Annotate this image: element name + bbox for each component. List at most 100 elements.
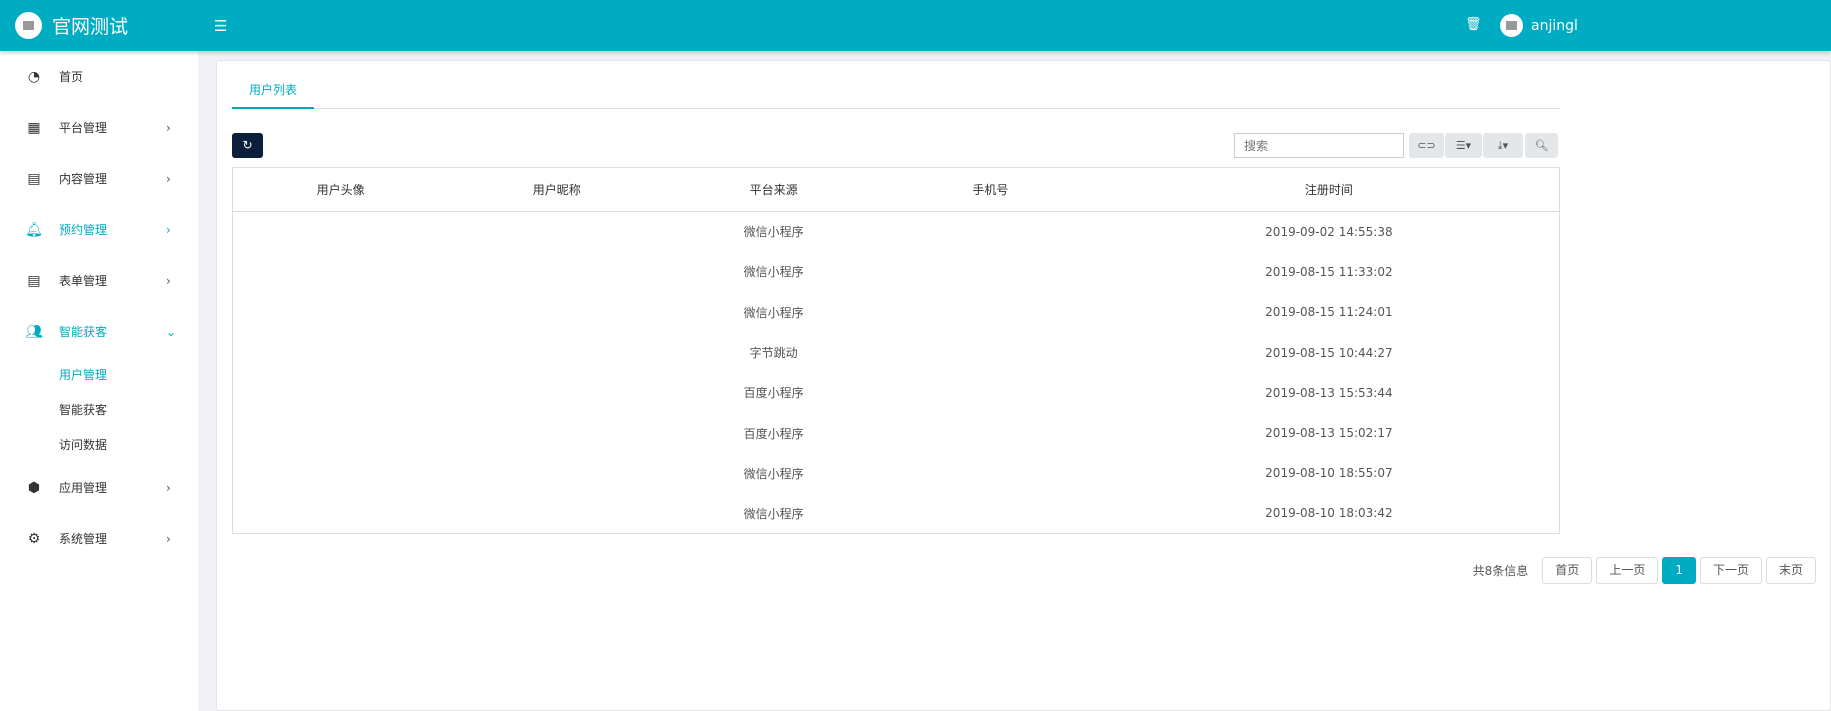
table-cell: [882, 373, 1099, 413]
sidebar-item-home[interactable]: ◔ 首页: [0, 51, 198, 102]
chevron-right-icon: ›: [166, 120, 171, 135]
username: anjingl: [1531, 17, 1578, 34]
table-row: 微信小程序 2019-09-02 14:55:38: [233, 212, 1560, 252]
sidebar-item-forms[interactable]: ▤ 表单管理 ›: [0, 255, 198, 306]
trash-icon[interactable]: 🗑: [1465, 17, 1482, 32]
column-header[interactable]: 平台来源: [665, 167, 882, 212]
label: 平台管理: [59, 121, 108, 135]
export-button[interactable]: ⤓▾: [1483, 133, 1523, 158]
table-row: 百度小程序 2019-08-13 15:53:44: [233, 373, 1560, 413]
table-cell: [448, 252, 665, 292]
sidebar-item-content[interactable]: ▤ 内容管理 ›: [0, 153, 198, 204]
table-cell: [448, 373, 665, 413]
label: 表单管理: [59, 274, 108, 288]
table-cell: [882, 453, 1099, 493]
sidebar-sub-leads[interactable]: 智能获客: [0, 392, 198, 427]
table-cell: [448, 494, 665, 534]
bell-icon: 🔔︎: [25, 221, 43, 238]
sidebar-sub-visits[interactable]: 访问数据: [0, 427, 198, 462]
menu-toggle-icon[interactable]: ☰: [214, 17, 227, 35]
sidebar-item-apps[interactable]: ⬢ 应用管理 ›: [0, 462, 198, 513]
table-cell: [448, 332, 665, 372]
column-header[interactable]: 注册时间: [1098, 167, 1560, 212]
table-cell: [233, 494, 449, 534]
refresh-button[interactable]: ↻: [232, 133, 263, 158]
table-cell: [448, 453, 665, 493]
table-cell: [448, 413, 665, 453]
users-icon: 👥︎: [25, 323, 43, 340]
table-cell: 微信小程序: [743, 506, 804, 521]
table-cell: 2019-08-15 11:33:02: [1265, 264, 1393, 279]
table-cell: 字节跳动: [749, 346, 798, 361]
table-row: 微信小程序 2019-08-10 18:03:42: [233, 494, 1560, 534]
column-header[interactable]: 用户头像: [232, 167, 449, 212]
label: 预约管理: [59, 223, 108, 237]
file-icon: ▤: [27, 170, 41, 187]
table-cell: [233, 332, 449, 372]
table-cell: [882, 413, 1099, 453]
first-page-button[interactable]: 首页: [1542, 557, 1593, 584]
table-cell: [233, 212, 449, 252]
column-header[interactable]: 用户昵称: [448, 167, 666, 212]
table-cell: 微信小程序: [743, 466, 804, 481]
table-cell: 2019-08-15 10:44:27: [1265, 345, 1393, 360]
table-cell: [233, 373, 449, 413]
cube-icon: ⬢: [27, 479, 41, 496]
label: 内容管理: [59, 172, 108, 186]
table-cell: 百度小程序: [743, 426, 804, 441]
table-cell: 2019-08-13 15:02:17: [1265, 426, 1393, 441]
table-row: 百度小程序 2019-08-13 15:02:17: [233, 413, 1560, 453]
toolbar-buttons: ⊂⊃ ☰▾ ⤓▾ 🔍︎: [1409, 133, 1558, 158]
sidebar-item-leads[interactable]: 👥︎ 智能获客 ⌄: [0, 306, 198, 357]
table-cell: [882, 332, 1099, 372]
brand: 官网测试: [0, 0, 198, 51]
table-row: 微信小程序 2019-08-15 11:24:01: [233, 292, 1560, 332]
next-page-button[interactable]: 下一页: [1699, 557, 1762, 584]
toggle-view-button[interactable]: ⊂⊃: [1409, 133, 1444, 158]
prev-page-button[interactable]: 上一页: [1596, 557, 1659, 584]
page-info: 共8条信息: [1472, 564, 1529, 578]
tabs: 用户列表: [232, 81, 1560, 109]
sidebar-item-booking[interactable]: 🔔︎ 预约管理 ›: [0, 204, 198, 255]
column-header[interactable]: 手机号: [881, 167, 1099, 212]
table-cell: [882, 252, 1099, 292]
table-cell: [448, 292, 665, 332]
table-cell: 2019-08-15 11:24:01: [1265, 305, 1393, 320]
table-cell: [233, 292, 449, 332]
logo: [15, 12, 42, 39]
label: 智能获客: [59, 325, 108, 339]
chevron-right-icon: ›: [166, 480, 171, 495]
table-cell: [882, 212, 1099, 252]
table-row: 微信小程序 2019-08-10 18:55:07: [233, 453, 1560, 493]
table-cell: 微信小程序: [743, 305, 804, 320]
grid-icon: ▦: [27, 119, 41, 136]
user-menu[interactable]: anjingl: [1500, 14, 1578, 37]
app-title: 官网测试: [52, 16, 129, 38]
search-input[interactable]: [1234, 133, 1404, 158]
top-bar: 官网测试 ☰ 🗑 anjingl: [0, 0, 1831, 51]
label: 首页: [59, 70, 84, 84]
table-cell: [233, 413, 449, 453]
content-card: 用户列表 ↻ ⊂⊃ ☰▾ ⤓▾ 🔍︎ 用户头像用户昵称平台来源手机号注册时间 微…: [216, 60, 1831, 711]
avatar: [1500, 14, 1523, 37]
sidebar-item-system[interactable]: ⚙ 系统管理 ›: [0, 513, 198, 564]
tab-user-list[interactable]: 用户列表: [232, 81, 315, 109]
table-cell: 2019-08-10 18:55:07: [1265, 466, 1393, 481]
table-cell: 2019-08-13 15:53:44: [1265, 385, 1393, 400]
columns-button[interactable]: ☰▾: [1445, 133, 1482, 158]
sidebar-sub-users[interactable]: 用户管理: [0, 357, 198, 392]
table-row: 微信小程序 2019-08-15 11:33:02: [233, 252, 1560, 292]
table-row: 字节跳动 2019-08-15 10:44:27: [233, 332, 1560, 372]
page-1-button[interactable]: 1: [1662, 557, 1696, 584]
last-page-button[interactable]: 末页: [1765, 557, 1816, 584]
chevron-down-icon: ⌄: [166, 324, 177, 339]
table-cell: 百度小程序: [743, 386, 804, 401]
table-cell: 2019-09-02 14:55:38: [1265, 224, 1393, 239]
sidebar: ◔ 首页 ▦ 平台管理 › ▤ 内容管理 › 🔔︎ 预约管理 › ▤ 表单管理 › 👥︎ 智能获客 ⌄…: [0, 51, 198, 711]
search-button[interactable]: 🔍︎: [1525, 133, 1558, 158]
chevron-right-icon: ›: [166, 171, 171, 186]
table-cell: [882, 494, 1099, 534]
pagination: 共8条信息 首页 上一页 1 下一页 末页: [1473, 557, 1816, 584]
label: 系统管理: [59, 532, 108, 546]
sidebar-item-platform[interactable]: ▦ 平台管理 ›: [0, 102, 198, 153]
